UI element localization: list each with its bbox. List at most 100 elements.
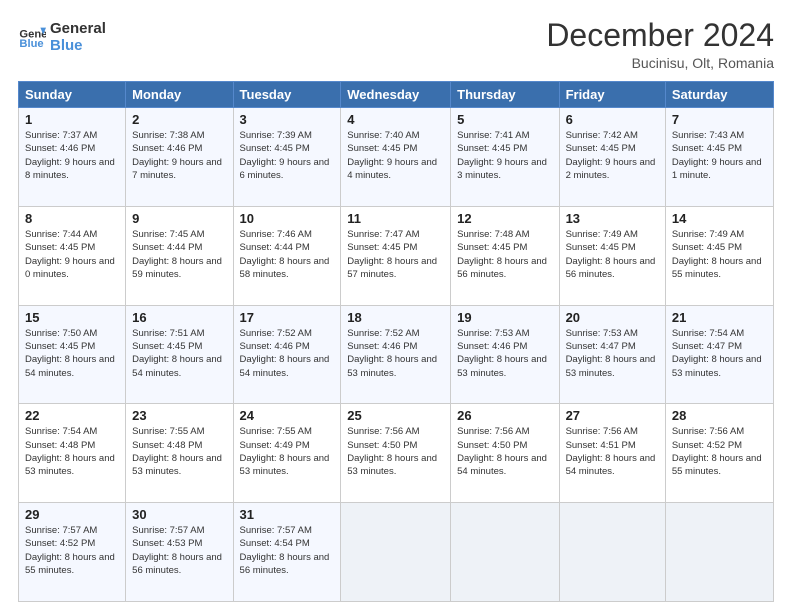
day-info: Sunrise: 7:52 AMSunset: 4:46 PMDaylight:… bbox=[240, 328, 330, 379]
day-info: Sunrise: 7:42 AMSunset: 4:45 PMDaylight:… bbox=[566, 130, 656, 181]
table-row: 18 Sunrise: 7:52 AMSunset: 4:46 PMDaylig… bbox=[341, 305, 451, 404]
day-number: 1 bbox=[25, 112, 119, 127]
day-info: Sunrise: 7:55 AMSunset: 4:48 PMDaylight:… bbox=[132, 426, 222, 477]
day-info: Sunrise: 7:51 AMSunset: 4:45 PMDaylight:… bbox=[132, 328, 222, 379]
day-number: 13 bbox=[566, 211, 659, 226]
day-info: Sunrise: 7:56 AMSunset: 4:50 PMDaylight:… bbox=[347, 426, 437, 477]
table-row bbox=[341, 503, 451, 602]
day-number: 22 bbox=[25, 408, 119, 423]
day-number: 24 bbox=[240, 408, 335, 423]
calendar-row-2: 8 Sunrise: 7:44 AMSunset: 4:45 PMDayligh… bbox=[19, 206, 774, 305]
calendar-page: General Blue General Blue December 2024 … bbox=[0, 0, 792, 612]
col-header-monday: Monday bbox=[126, 82, 233, 108]
day-number: 17 bbox=[240, 310, 335, 325]
day-info: Sunrise: 7:57 AMSunset: 4:53 PMDaylight:… bbox=[132, 525, 222, 576]
day-number: 30 bbox=[132, 507, 226, 522]
svg-text:Blue: Blue bbox=[19, 38, 43, 50]
day-info: Sunrise: 7:40 AMSunset: 4:45 PMDaylight:… bbox=[347, 130, 437, 181]
day-info: Sunrise: 7:48 AMSunset: 4:45 PMDaylight:… bbox=[457, 229, 547, 280]
table-row: 8 Sunrise: 7:44 AMSunset: 4:45 PMDayligh… bbox=[19, 206, 126, 305]
col-header-thursday: Thursday bbox=[451, 82, 559, 108]
calendar-row-3: 15 Sunrise: 7:50 AMSunset: 4:45 PMDaylig… bbox=[19, 305, 774, 404]
location-subtitle: Bucinisu, Olt, Romania bbox=[546, 55, 774, 71]
table-row: 20 Sunrise: 7:53 AMSunset: 4:47 PMDaylig… bbox=[559, 305, 665, 404]
day-number: 11 bbox=[347, 211, 444, 226]
col-header-sunday: Sunday bbox=[19, 82, 126, 108]
col-header-friday: Friday bbox=[559, 82, 665, 108]
day-info: Sunrise: 7:53 AMSunset: 4:47 PMDaylight:… bbox=[566, 328, 656, 379]
day-info: Sunrise: 7:56 AMSunset: 4:52 PMDaylight:… bbox=[672, 426, 762, 477]
logo-line2: Blue bbox=[50, 37, 106, 54]
day-info: Sunrise: 7:57 AMSunset: 4:52 PMDaylight:… bbox=[25, 525, 115, 576]
table-row: 10 Sunrise: 7:46 AMSunset: 4:44 PMDaylig… bbox=[233, 206, 341, 305]
day-number: 29 bbox=[25, 507, 119, 522]
day-number: 10 bbox=[240, 211, 335, 226]
day-info: Sunrise: 7:43 AMSunset: 4:45 PMDaylight:… bbox=[672, 130, 762, 181]
table-row: 9 Sunrise: 7:45 AMSunset: 4:44 PMDayligh… bbox=[126, 206, 233, 305]
calendar-row-4: 22 Sunrise: 7:54 AMSunset: 4:48 PMDaylig… bbox=[19, 404, 774, 503]
day-info: Sunrise: 7:44 AMSunset: 4:45 PMDaylight:… bbox=[25, 229, 115, 280]
table-row bbox=[451, 503, 559, 602]
day-number: 19 bbox=[457, 310, 552, 325]
col-header-saturday: Saturday bbox=[665, 82, 773, 108]
table-row bbox=[559, 503, 665, 602]
table-row: 27 Sunrise: 7:56 AMSunset: 4:51 PMDaylig… bbox=[559, 404, 665, 503]
table-row: 29 Sunrise: 7:57 AMSunset: 4:52 PMDaylig… bbox=[19, 503, 126, 602]
header: General Blue General Blue December 2024 … bbox=[18, 18, 774, 71]
day-number: 28 bbox=[672, 408, 767, 423]
table-row: 13 Sunrise: 7:49 AMSunset: 4:45 PMDaylig… bbox=[559, 206, 665, 305]
day-number: 2 bbox=[132, 112, 226, 127]
table-row bbox=[665, 503, 773, 602]
day-info: Sunrise: 7:49 AMSunset: 4:45 PMDaylight:… bbox=[566, 229, 656, 280]
day-number: 27 bbox=[566, 408, 659, 423]
table-row: 30 Sunrise: 7:57 AMSunset: 4:53 PMDaylig… bbox=[126, 503, 233, 602]
table-row: 22 Sunrise: 7:54 AMSunset: 4:48 PMDaylig… bbox=[19, 404, 126, 503]
table-row: 6 Sunrise: 7:42 AMSunset: 4:45 PMDayligh… bbox=[559, 108, 665, 207]
day-number: 14 bbox=[672, 211, 767, 226]
day-info: Sunrise: 7:39 AMSunset: 4:45 PMDaylight:… bbox=[240, 130, 330, 181]
day-info: Sunrise: 7:37 AMSunset: 4:46 PMDaylight:… bbox=[25, 130, 115, 181]
table-row: 28 Sunrise: 7:56 AMSunset: 4:52 PMDaylig… bbox=[665, 404, 773, 503]
day-number: 21 bbox=[672, 310, 767, 325]
col-header-tuesday: Tuesday bbox=[233, 82, 341, 108]
day-info: Sunrise: 7:56 AMSunset: 4:51 PMDaylight:… bbox=[566, 426, 656, 477]
day-number: 12 bbox=[457, 211, 552, 226]
day-info: Sunrise: 7:49 AMSunset: 4:45 PMDaylight:… bbox=[672, 229, 762, 280]
table-row: 1 Sunrise: 7:37 AMSunset: 4:46 PMDayligh… bbox=[19, 108, 126, 207]
table-row: 31 Sunrise: 7:57 AMSunset: 4:54 PMDaylig… bbox=[233, 503, 341, 602]
day-info: Sunrise: 7:46 AMSunset: 4:44 PMDaylight:… bbox=[240, 229, 330, 280]
table-row: 12 Sunrise: 7:48 AMSunset: 4:45 PMDaylig… bbox=[451, 206, 559, 305]
day-info: Sunrise: 7:45 AMSunset: 4:44 PMDaylight:… bbox=[132, 229, 222, 280]
day-number: 25 bbox=[347, 408, 444, 423]
table-row: 17 Sunrise: 7:52 AMSunset: 4:46 PMDaylig… bbox=[233, 305, 341, 404]
table-row: 21 Sunrise: 7:54 AMSunset: 4:47 PMDaylig… bbox=[665, 305, 773, 404]
table-row: 11 Sunrise: 7:47 AMSunset: 4:45 PMDaylig… bbox=[341, 206, 451, 305]
day-info: Sunrise: 7:38 AMSunset: 4:46 PMDaylight:… bbox=[132, 130, 222, 181]
day-number: 18 bbox=[347, 310, 444, 325]
col-header-wednesday: Wednesday bbox=[341, 82, 451, 108]
day-number: 5 bbox=[457, 112, 552, 127]
day-number: 6 bbox=[566, 112, 659, 127]
table-row: 26 Sunrise: 7:56 AMSunset: 4:50 PMDaylig… bbox=[451, 404, 559, 503]
month-title: December 2024 bbox=[546, 18, 774, 53]
day-number: 20 bbox=[566, 310, 659, 325]
day-number: 26 bbox=[457, 408, 552, 423]
day-info: Sunrise: 7:41 AMSunset: 4:45 PMDaylight:… bbox=[457, 130, 547, 181]
table-row: 23 Sunrise: 7:55 AMSunset: 4:48 PMDaylig… bbox=[126, 404, 233, 503]
table-row: 25 Sunrise: 7:56 AMSunset: 4:50 PMDaylig… bbox=[341, 404, 451, 503]
day-number: 4 bbox=[347, 112, 444, 127]
table-row: 3 Sunrise: 7:39 AMSunset: 4:45 PMDayligh… bbox=[233, 108, 341, 207]
logo-line1: General bbox=[50, 20, 106, 37]
title-block: December 2024 Bucinisu, Olt, Romania bbox=[546, 18, 774, 71]
day-info: Sunrise: 7:55 AMSunset: 4:49 PMDaylight:… bbox=[240, 426, 330, 477]
day-info: Sunrise: 7:52 AMSunset: 4:46 PMDaylight:… bbox=[347, 328, 437, 379]
day-number: 16 bbox=[132, 310, 226, 325]
logo-icon: General Blue bbox=[18, 22, 46, 50]
calendar-row-1: 1 Sunrise: 7:37 AMSunset: 4:46 PMDayligh… bbox=[19, 108, 774, 207]
day-number: 7 bbox=[672, 112, 767, 127]
table-row: 16 Sunrise: 7:51 AMSunset: 4:45 PMDaylig… bbox=[126, 305, 233, 404]
calendar-table: SundayMondayTuesdayWednesdayThursdayFrid… bbox=[18, 81, 774, 602]
day-info: Sunrise: 7:53 AMSunset: 4:46 PMDaylight:… bbox=[457, 328, 547, 379]
day-info: Sunrise: 7:56 AMSunset: 4:50 PMDaylight:… bbox=[457, 426, 547, 477]
table-row: 7 Sunrise: 7:43 AMSunset: 4:45 PMDayligh… bbox=[665, 108, 773, 207]
